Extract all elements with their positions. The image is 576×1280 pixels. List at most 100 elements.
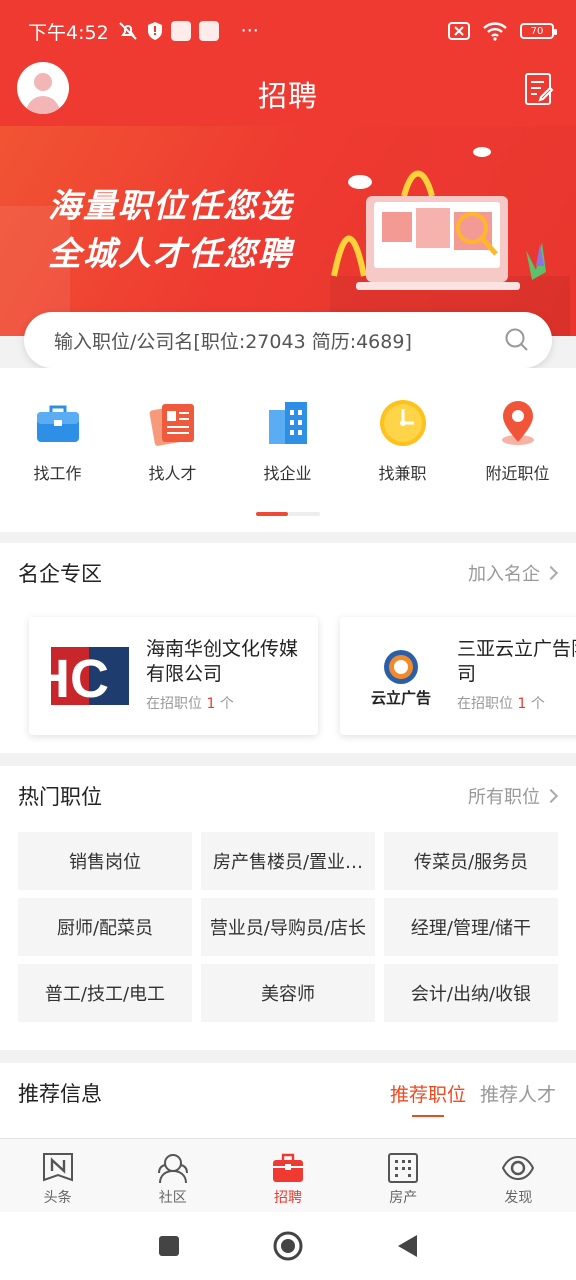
building-icon bbox=[268, 402, 307, 444]
more-notifications: ··· bbox=[240, 20, 259, 42]
tab-recruit[interactable]: 招聘 bbox=[230, 1139, 345, 1212]
quick-link-nearby[interactable]: 附近职位 bbox=[460, 398, 575, 484]
recent-apps-icon[interactable] bbox=[157, 1234, 181, 1258]
shield-icon bbox=[147, 22, 162, 40]
tab-recommended-jobs[interactable]: 推荐职位 bbox=[390, 1080, 466, 1117]
banner-line-1: 海量职位任您选 bbox=[48, 186, 293, 225]
quick-link-find-job[interactable]: 找工作 bbox=[0, 398, 115, 484]
tab-label: 社区 bbox=[158, 1190, 187, 1206]
company-logo-text: 云立广告 bbox=[371, 689, 431, 707]
system-nav-bar bbox=[0, 1212, 576, 1280]
search-icon[interactable] bbox=[504, 327, 530, 353]
mute-icon bbox=[118, 22, 137, 40]
all-jobs-link[interactable]: 所有职位 bbox=[468, 783, 559, 809]
page-title: 招聘 bbox=[257, 79, 318, 113]
section-title: 推荐信息 bbox=[18, 1082, 102, 1106]
computer-illustration bbox=[331, 147, 546, 290]
company-name: 海南华创文化传媒有限公司 bbox=[146, 638, 299, 685]
notification-icon bbox=[170, 21, 191, 41]
hot-job-item[interactable]: 销售岗位 bbox=[18, 832, 192, 890]
quick-link-label: 找工作 bbox=[33, 464, 82, 483]
quick-link-label: 找企业 bbox=[263, 464, 312, 483]
tab-label: 发现 bbox=[504, 1190, 533, 1206]
hot-job-item[interactable]: 普工/技工/电工 bbox=[18, 964, 192, 1022]
quick-link-label: 找人才 bbox=[148, 464, 197, 483]
jobs-label: 在招职位 bbox=[457, 696, 513, 712]
jobs-count: 1 bbox=[517, 696, 527, 712]
recommend-section: 推荐信息 推荐职位 推荐人才 bbox=[0, 1063, 576, 1139]
all-jobs-label: 所有职位 bbox=[468, 787, 540, 808]
avatar[interactable] bbox=[17, 62, 69, 114]
edit-icon[interactable] bbox=[524, 72, 554, 106]
resume-icon bbox=[149, 404, 194, 446]
banner-line-2: 全城人才任您聘 bbox=[48, 234, 293, 273]
battery-icon: 70 bbox=[520, 23, 557, 39]
sim-icon bbox=[448, 22, 470, 40]
eye-icon bbox=[502, 1155, 535, 1181]
jobs-count: 1 bbox=[206, 696, 216, 712]
company-carousel[interactable]: HC 海南华创文化传媒有限公司 在招职位 1 个 云立广告 三亚云立广告限公司 … bbox=[0, 603, 576, 749]
wifi-icon bbox=[483, 22, 507, 41]
quick-link-find-talent[interactable]: 找人才 bbox=[115, 398, 230, 484]
search-input[interactable]: 输入职位/公司名[职位:27043 简历:4689] bbox=[54, 327, 504, 354]
building-grid-icon bbox=[388, 1153, 419, 1183]
company-jobs: 在招职位 1 个 bbox=[146, 693, 234, 713]
hot-job-item[interactable]: 营业员/导购员/店长 bbox=[201, 898, 375, 956]
battery-level: 70 bbox=[530, 25, 544, 37]
company-card[interactable]: 云立广告 三亚云立广告限公司 在招职位 1 个 bbox=[340, 617, 576, 735]
recommend-tabs: 推荐职位 推荐人才 bbox=[390, 1080, 556, 1117]
hot-jobs-grid: 销售岗位 房产售楼员/置业… 传菜员/服务员 厨师/配菜员 营业员/导购员/店长… bbox=[18, 832, 558, 1022]
section-title: 热门职位 bbox=[18, 785, 102, 809]
hot-job-item[interactable]: 经理/管理/储干 bbox=[384, 898, 558, 956]
hot-job-item[interactable]: 传菜员/服务员 bbox=[384, 832, 558, 890]
promo-banner[interactable]: 海量职位任您选 全城人才任您聘 bbox=[0, 126, 576, 336]
quick-links: 找工作 找人才 找企业 找兼职 附近职位 bbox=[0, 368, 576, 532]
briefcase-icon bbox=[36, 405, 79, 442]
company-jobs: 在招职位 1 个 bbox=[457, 693, 545, 713]
famous-companies-section: 名企专区 加入名企 HC 海南华创文化传媒有限公司 在招职位 1 个 云立广告 … bbox=[0, 543, 576, 753]
company-logo: 云立广告 bbox=[371, 650, 431, 707]
recruit-icon bbox=[273, 1153, 303, 1182]
status-bar: 下午4:52 ··· 70 bbox=[0, 0, 576, 62]
tab-headlines[interactable]: 头条 bbox=[0, 1139, 115, 1212]
hot-job-item[interactable]: 会计/出纳/收银 bbox=[384, 964, 558, 1022]
news-icon bbox=[42, 1153, 73, 1182]
back-icon[interactable] bbox=[395, 1233, 419, 1259]
page-indicator bbox=[256, 512, 320, 516]
notification-icon bbox=[198, 21, 219, 41]
hot-job-item[interactable]: 房产售楼员/置业… bbox=[201, 832, 375, 890]
join-famous-link[interactable]: 加入名企 bbox=[468, 560, 559, 586]
tab-label: 招聘 bbox=[274, 1190, 302, 1206]
tab-recommended-talent[interactable]: 推荐人才 bbox=[480, 1080, 556, 1107]
bottom-tab-bar: 头条 社区 招聘 房产 发现 bbox=[0, 1138, 576, 1212]
hot-job-item[interactable]: 美容师 bbox=[201, 964, 375, 1022]
quick-link-label: 附近职位 bbox=[485, 464, 550, 483]
join-famous-label: 加入名企 bbox=[468, 564, 540, 585]
tab-real-estate[interactable]: 房产 bbox=[346, 1139, 461, 1212]
location-pin-icon bbox=[501, 401, 534, 445]
quick-link-label: 找兼职 bbox=[378, 464, 427, 483]
section-title: 名企专区 bbox=[18, 562, 102, 586]
tab-community[interactable]: 社区 bbox=[115, 1139, 230, 1212]
tab-discover[interactable]: 发现 bbox=[461, 1139, 576, 1212]
hot-job-item[interactable]: 厨师/配菜员 bbox=[18, 898, 192, 956]
quick-link-part-time[interactable]: 找兼职 bbox=[345, 398, 460, 484]
community-icon bbox=[157, 1154, 188, 1184]
chevron-right-icon bbox=[543, 565, 559, 581]
quick-link-find-company[interactable]: 找企业 bbox=[230, 398, 345, 484]
chevron-right-icon bbox=[543, 788, 559, 804]
banner-slogan: 海量职位任您选 全城人才任您聘 bbox=[48, 182, 293, 278]
jobs-unit: 个 bbox=[219, 696, 234, 712]
hot-jobs-section: 热门职位 所有职位 销售岗位 房产售楼员/置业… 传菜员/服务员 厨师/配菜员 … bbox=[0, 766, 576, 1050]
status-time: 下午4:52 bbox=[28, 21, 109, 44]
jobs-label: 在招职位 bbox=[146, 696, 202, 712]
company-name: 三亚云立广告限公司 bbox=[457, 638, 576, 685]
search-bar[interactable]: 输入职位/公司名[职位:27043 简历:4689] bbox=[24, 312, 552, 368]
tab-label: 房产 bbox=[389, 1190, 418, 1206]
company-logo-text: HC bbox=[49, 649, 109, 707]
company-card[interactable]: HC 海南华创文化传媒有限公司 在招职位 1 个 bbox=[29, 617, 318, 735]
header: 招聘 bbox=[0, 62, 576, 126]
home-icon[interactable] bbox=[273, 1231, 303, 1261]
company-logo: HC bbox=[49, 645, 131, 707]
clock-icon bbox=[379, 400, 426, 446]
